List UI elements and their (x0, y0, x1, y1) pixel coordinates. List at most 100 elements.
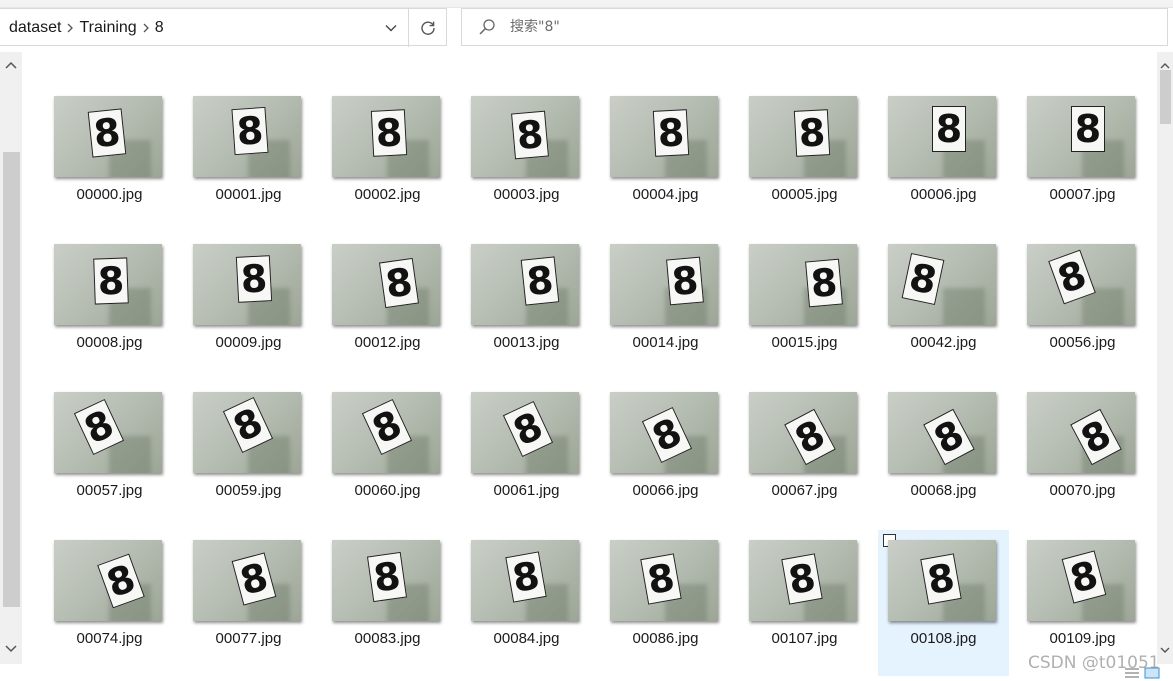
thumbnail-digit-card: 8 (805, 258, 843, 308)
address-bar[interactable]: dataset Training 8 (0, 8, 447, 47)
file-thumbnail: 8 (332, 392, 440, 473)
file-name: 00000.jpg (76, 186, 143, 203)
file-item[interactable]: 8 00057.jpg (44, 382, 175, 528)
file-item[interactable]: 8 00066.jpg (600, 382, 731, 528)
file-name: 00015.jpg (771, 334, 838, 351)
view-toggle (1124, 667, 1160, 679)
file-item[interactable]: 8 00006.jpg (878, 86, 1009, 232)
file-item[interactable]: 8 00015.jpg (739, 234, 870, 380)
file-thumbnail: 8 (888, 96, 996, 177)
file-item[interactable]: 8 00059.jpg (183, 382, 314, 528)
file-item[interactable]: 8 00061.jpg (461, 382, 592, 528)
file-item[interactable]: 8 00013.jpg (461, 234, 592, 380)
file-item[interactable]: 8 00005.jpg (739, 86, 870, 232)
file-thumbnail: 8 (471, 392, 579, 473)
thumbnail-digit-card: 8 (932, 106, 966, 152)
file-item[interactable]: 8 00077.jpg (183, 530, 314, 676)
refresh-button[interactable] (408, 9, 447, 47)
left-scrollbar[interactable] (0, 52, 22, 664)
file-thumbnail: 8 (749, 540, 857, 621)
file-item[interactable]: 8 00002.jpg (322, 86, 453, 232)
file-item[interactable]: 8 00008.jpg (44, 234, 175, 380)
file-item[interactable]: 8 00056.jpg (1017, 234, 1148, 380)
right-scrollbar[interactable] (1157, 52, 1173, 664)
address-dropdown-button[interactable] (374, 9, 408, 47)
search-box[interactable] (461, 8, 1168, 46)
file-item[interactable]: 8 00086.jpg (600, 530, 731, 676)
breadcrumb-item-training[interactable]: Training (79, 19, 136, 37)
breadcrumb: dataset Training 8 (9, 9, 164, 47)
file-item[interactable]: 8 00014.jpg (600, 234, 731, 380)
file-item[interactable]: 8 00042.jpg (878, 234, 1009, 380)
file-thumbnail: 8 (888, 244, 996, 325)
file-thumbnail: 8 (471, 96, 579, 177)
thumbnail-digit-card: 8 (366, 551, 408, 603)
breadcrumb-item-current[interactable]: 8 (155, 19, 164, 37)
file-item[interactable]: 8 00084.jpg (461, 530, 592, 676)
refresh-icon (421, 21, 435, 35)
file-item[interactable]: 8 00070.jpg (1017, 382, 1148, 528)
window-top-strip (0, 0, 1173, 8)
details-view-icon[interactable] (1124, 667, 1140, 679)
thumbnail-digit-card: 8 (520, 256, 560, 306)
file-item[interactable]: 8 00074.jpg (44, 530, 175, 676)
file-item[interactable]: 8 00108.jpg (878, 530, 1009, 676)
scroll-up-arrow-icon[interactable] (3, 58, 19, 77)
file-name: 00066.jpg (632, 482, 699, 499)
file-thumbnail: 8 (749, 392, 857, 473)
file-item[interactable]: 8 00004.jpg (600, 86, 731, 232)
file-name: 00001.jpg (215, 186, 282, 203)
file-thumbnail: 8 (193, 392, 301, 473)
thumbnail-digit-card: 8 (920, 553, 962, 605)
file-name: 00107.jpg (771, 630, 838, 647)
file-thumbnail: 8 (332, 540, 440, 621)
file-item[interactable]: 8 00000.jpg (44, 86, 175, 232)
file-item[interactable]: 8 00003.jpg (461, 86, 592, 232)
scroll-down-arrow-icon[interactable] (3, 642, 19, 661)
file-name: 00068.jpg (910, 482, 977, 499)
file-item[interactable]: 8 00107.jpg (739, 530, 870, 676)
file-item[interactable]: 8 00083.jpg (322, 530, 453, 676)
scroll-down-arrow-icon[interactable] (1159, 642, 1171, 660)
file-item[interactable]: 8 00068.jpg (878, 382, 1009, 528)
file-thumbnail: 8 (193, 244, 301, 325)
chevron-right-icon[interactable] (137, 9, 155, 47)
file-name: 00070.jpg (1049, 482, 1116, 499)
file-name: 00013.jpg (493, 334, 560, 351)
file-item[interactable]: 8 00001.jpg (183, 86, 314, 232)
file-name: 00061.jpg (493, 482, 560, 499)
file-name: 00086.jpg (632, 630, 699, 647)
file-thumbnail: 8 (888, 392, 996, 473)
file-name: 00042.jpg (910, 334, 977, 351)
file-thumbnail: 8 (610, 540, 718, 621)
file-name: 00006.jpg (910, 186, 977, 203)
file-item[interactable]: 8 00007.jpg (1017, 86, 1148, 232)
thumbnail-digit-card: 8 (793, 109, 831, 157)
file-name: 00003.jpg (493, 186, 560, 203)
file-item[interactable]: 8 00067.jpg (739, 382, 870, 528)
file-name: 00060.jpg (354, 482, 421, 499)
breadcrumb-item-dataset[interactable]: dataset (9, 19, 61, 37)
thumbnail-digit-card: 8 (378, 257, 420, 309)
search-input[interactable] (510, 9, 1110, 45)
file-item[interactable]: 8 00060.jpg (322, 382, 453, 528)
file-item[interactable]: 8 00012.jpg (322, 234, 453, 380)
thumbnail-digit-card: 8 (93, 257, 129, 305)
file-item[interactable]: 8 00009.jpg (183, 234, 314, 380)
file-name: 00005.jpg (771, 186, 838, 203)
scrollbar-thumb[interactable] (1160, 70, 1171, 124)
file-name: 00014.jpg (632, 334, 699, 351)
file-name: 00109.jpg (1049, 630, 1116, 647)
file-thumbnail: 8 (610, 392, 718, 473)
thumbnail-digit-card: 8 (1071, 106, 1105, 152)
large-icons-view-icon[interactable] (1144, 667, 1160, 679)
thumbnail-digit-card: 8 (652, 109, 690, 157)
file-name: 00056.jpg (1049, 334, 1116, 351)
file-thumbnail: 8 (1027, 392, 1135, 473)
file-name: 00009.jpg (215, 334, 282, 351)
thumbnail-digit-card: 8 (781, 553, 823, 605)
scrollbar-thumb[interactable] (3, 152, 20, 607)
file-thumbnail: 8 (54, 244, 162, 325)
chevron-right-icon[interactable] (61, 9, 79, 47)
file-name: 00074.jpg (76, 630, 143, 647)
